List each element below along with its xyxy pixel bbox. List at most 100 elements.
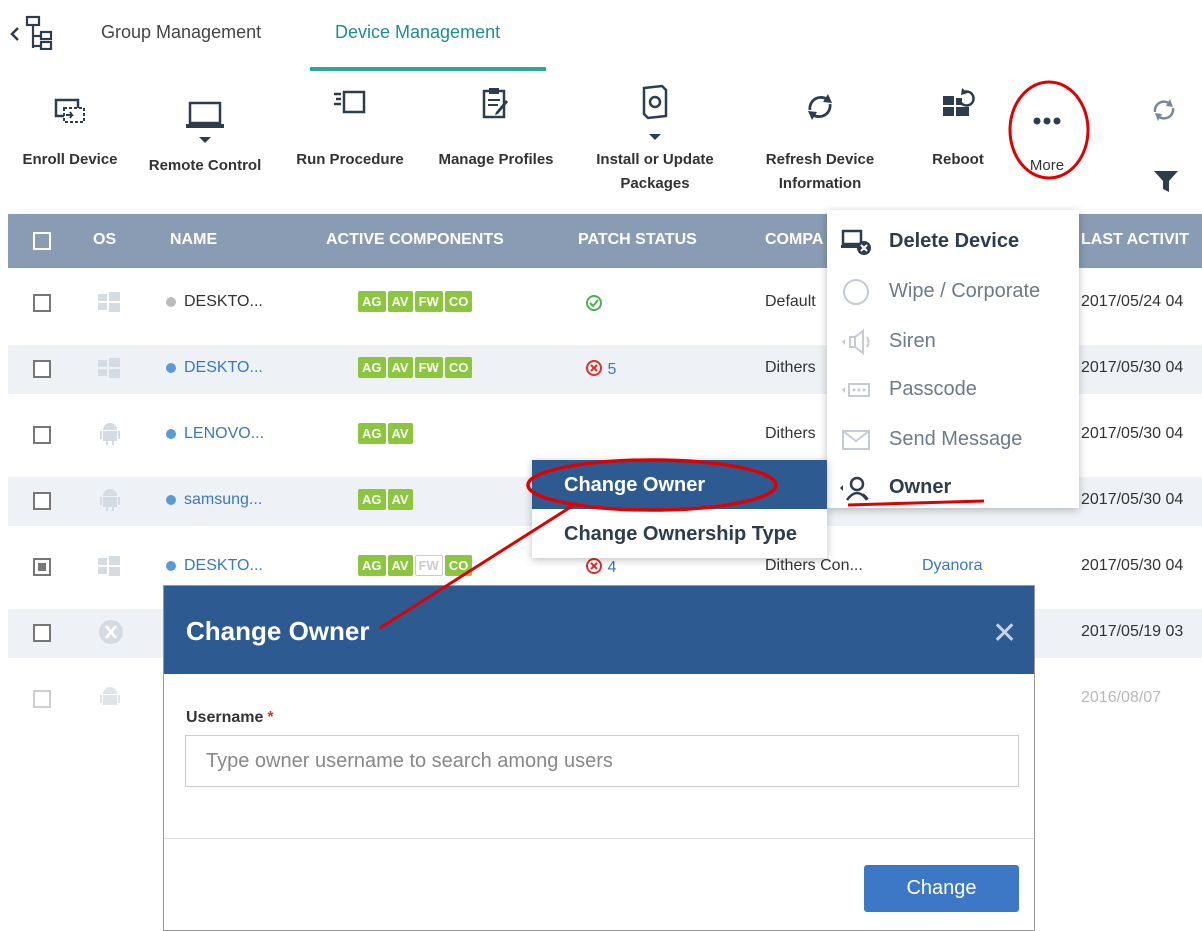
username-input[interactable] — [185, 735, 1019, 787]
menu-change-ownership-type[interactable]: Change Ownership Type — [532, 509, 827, 558]
required-marker: * — [267, 709, 274, 726]
col-active-components[interactable]: ACTIVE COMPONENTS — [326, 231, 504, 249]
passcode-icon — [842, 383, 870, 397]
menu-siren[interactable]: Siren — [827, 316, 1079, 364]
owner-user-icon — [840, 476, 869, 501]
run-procedure-icon — [334, 90, 366, 114]
menu-send-message[interactable]: Send Message — [827, 414, 1079, 462]
dialog-divider — [164, 838, 1034, 839]
col-company[interactable]: COMPA — [765, 231, 823, 249]
status-dot — [166, 362, 176, 373]
row-checkbox[interactable] — [33, 690, 51, 708]
reboot-button[interactable]: Reboot — [912, 80, 1004, 190]
components: AG AV FW CO — [358, 555, 474, 576]
row-checkbox[interactable] — [33, 360, 51, 378]
col-name[interactable]: NAME — [170, 231, 217, 249]
filter-icon[interactable] — [1153, 170, 1179, 194]
components: AG AV FW CO — [358, 291, 474, 312]
refresh-list-icon[interactable] — [1150, 96, 1178, 124]
refresh-icon — [808, 94, 832, 120]
reboot-label: Reboot — [932, 151, 984, 168]
patch-status[interactable]: 5 — [585, 359, 616, 379]
device-name[interactable]: samsung... — [166, 491, 262, 509]
install-update-packages-button[interactable]: Install or Update Packages — [585, 80, 725, 200]
status-dot — [166, 296, 176, 307]
more-label: More — [1029, 157, 1065, 174]
tab-device-management[interactable]: Device Management — [335, 22, 500, 43]
windows-icon — [98, 292, 120, 312]
android-icon — [100, 489, 120, 511]
company-name: Dithers — [765, 359, 816, 376]
refresh-device-information-button[interactable]: Refresh Device Information — [752, 80, 888, 200]
delete-device-icon — [841, 229, 871, 255]
menu-passcode[interactable]: Passcode — [827, 364, 1079, 412]
row-checkbox-checked[interactable] — [33, 558, 51, 576]
windows-icon — [98, 358, 120, 378]
row-checkbox[interactable] — [33, 492, 51, 510]
company-name: Default — [765, 293, 816, 310]
android-icon — [100, 687, 120, 705]
menu-delete-device[interactable]: Delete Device — [827, 216, 1079, 264]
more-button[interactable]: More — [1012, 80, 1082, 190]
device-name[interactable]: DESKTO... — [166, 557, 263, 575]
last-activity: 2017/05/24 04 — [1081, 293, 1184, 310]
run-procedure-button[interactable]: Run Procedure — [288, 80, 412, 190]
owner-link[interactable]: Dyanora — [922, 557, 982, 575]
last-activity: 2017/05/30 04 — [1081, 359, 1184, 376]
more-dots-icon — [1033, 117, 1061, 125]
last-activity: 2017/05/30 04 — [1081, 557, 1184, 574]
menu-change-owner[interactable]: Change Owner — [532, 460, 827, 509]
enroll-device-button[interactable]: Enroll Device — [15, 80, 125, 190]
remote-control-button[interactable]: Remote Control — [140, 80, 270, 190]
monitor-dropdown-icon — [186, 101, 224, 143]
more-dropdown-menu: Delete Device Wipe / Corporate Siren Pas… — [827, 210, 1079, 508]
menu-wipe-corporate[interactable]: Wipe / Corporate — [827, 266, 1079, 314]
envelope-icon — [842, 430, 870, 450]
last-activity: 2017/05/30 04 — [1081, 491, 1184, 508]
col-os[interactable]: OS — [93, 231, 116, 249]
install-update-label: Install or Update Packages — [596, 151, 714, 192]
group-tree-back-icon[interactable] — [8, 14, 58, 50]
windows-icon — [98, 556, 120, 576]
tab-group-management[interactable]: Group Management — [101, 22, 261, 43]
reboot-icon — [943, 88, 975, 116]
manage-profiles-label: Manage Profiles — [438, 151, 554, 168]
last-activity: 2017/05/30 04 — [1081, 425, 1184, 442]
row-checkbox[interactable] — [33, 426, 51, 444]
components: AG AV FW CO — [358, 357, 474, 378]
device-name[interactable]: DESKTO... — [166, 293, 263, 311]
patch-ok-icon — [586, 295, 602, 311]
package-dropdown-icon — [642, 84, 668, 140]
col-patch-status[interactable]: PATCH STATUS — [578, 231, 697, 249]
run-procedure-label: Run Procedure — [296, 151, 404, 168]
device-name[interactable]: DESKTO... — [166, 359, 263, 377]
wipe-icon — [843, 279, 869, 305]
row-checkbox[interactable] — [33, 294, 51, 312]
username-label: Username * — [186, 709, 274, 726]
change-button[interactable]: Change — [864, 865, 1019, 912]
close-icon[interactable]: ✕ — [992, 616, 1017, 651]
dialog-title: Change Owner — [186, 616, 370, 646]
status-dot — [166, 494, 176, 505]
device-toolbar: Enroll Device Remote Control Run Procedu… — [0, 80, 1202, 210]
patch-status[interactable]: 4 — [585, 557, 616, 577]
status-dot — [166, 428, 176, 439]
device-management-page: Group Management Device Management Enrol… — [0, 0, 1202, 931]
last-activity: 2017/05/19 03 — [1081, 623, 1184, 640]
col-last-activity[interactable]: LAST ACTIVIT — [1081, 231, 1189, 249]
menu-owner[interactable]: Owner — [827, 462, 1079, 510]
active-tab-indicator — [310, 67, 546, 71]
patch-error-icon — [586, 360, 602, 376]
select-all-checkbox[interactable] — [33, 232, 51, 250]
device-name[interactable]: LENOVO... — [166, 425, 264, 443]
dialog-header: Change Owner ✕ — [164, 586, 1034, 674]
enroll-device-label: Enroll Device — [22, 151, 118, 168]
status-dot — [166, 560, 176, 571]
row-checkbox[interactable] — [33, 624, 51, 642]
refresh-info-label: Refresh Device Information — [765, 151, 875, 192]
siren-speaker-icon — [842, 329, 870, 355]
company-name: Dithers Con... — [765, 557, 863, 574]
enroll-device-icon — [54, 98, 85, 123]
manage-profiles-button[interactable]: Manage Profiles — [428, 80, 564, 190]
components: AG AV — [358, 489, 415, 510]
